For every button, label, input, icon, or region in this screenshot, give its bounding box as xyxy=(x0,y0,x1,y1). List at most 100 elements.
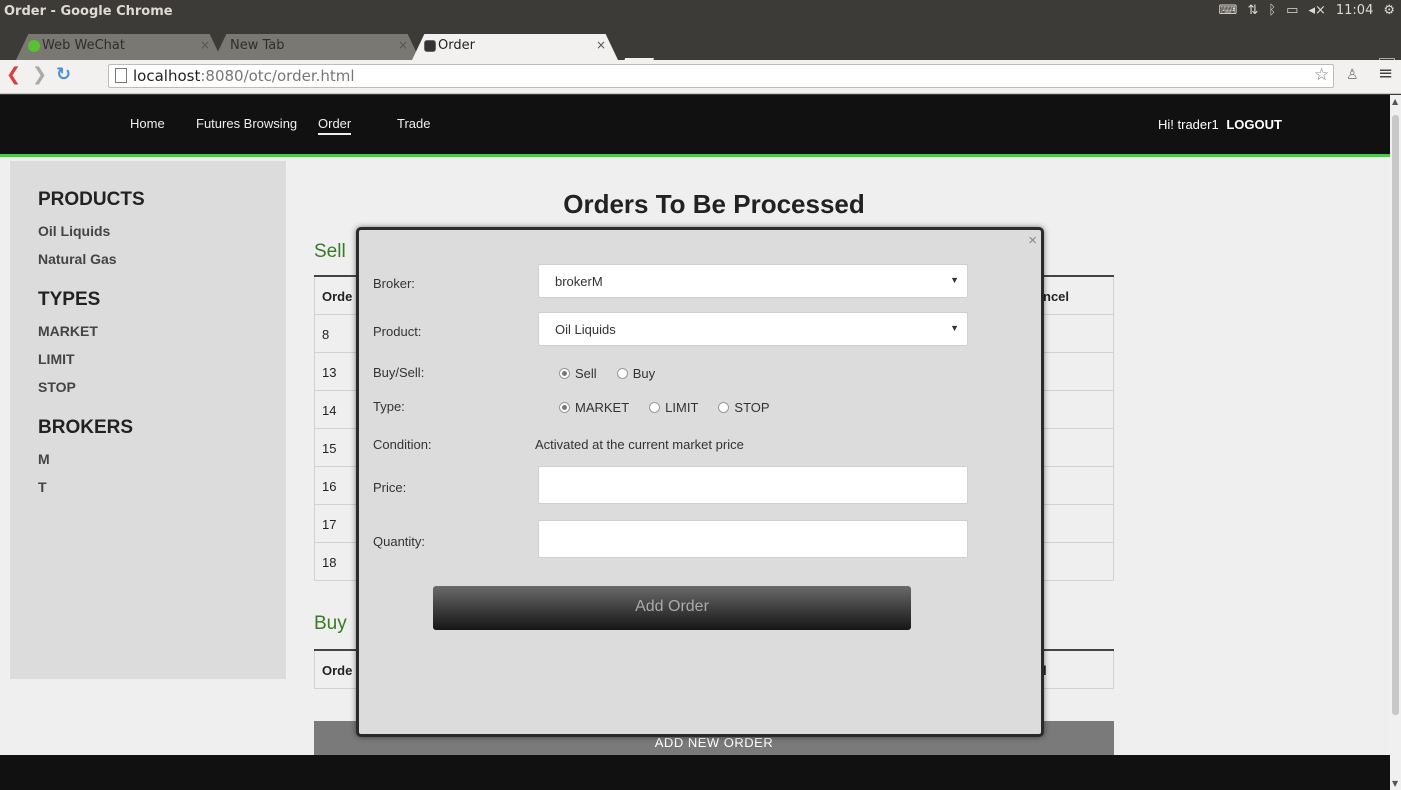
tab-strip: Web WeChat × New Tab × Order × ▲ xyxy=(0,24,1401,76)
types-heading: TYPES xyxy=(38,289,101,310)
quantity-label: Quantity: xyxy=(373,534,426,549)
chevron-down-icon: ▼ xyxy=(950,275,959,285)
scroll-down-icon[interactable]: ▼ xyxy=(1392,779,1398,788)
close-tab-icon[interactable]: × xyxy=(200,38,210,52)
nav-home-link[interactable]: Home xyxy=(130,116,165,131)
stop-radio-label: STOP xyxy=(734,400,770,415)
logout-link[interactable]: LOGOUT xyxy=(1226,117,1282,132)
buysell-label: Buy/Sell: xyxy=(373,365,425,380)
greeting-text: Hi! trader1 xyxy=(1158,117,1219,132)
stop-radio[interactable]: STOP xyxy=(718,400,770,415)
quantity-input[interactable] xyxy=(538,520,968,558)
bluetooth-icon[interactable]: ᛒ xyxy=(1268,3,1276,18)
site-navbar: Home Futures Browsing Order Trade Hi! tr… xyxy=(0,95,1390,157)
sidebar-item-broker-t[interactable]: T xyxy=(38,479,286,507)
volume-icon[interactable]: ◂× xyxy=(1308,3,1325,18)
back-arrow-icon[interactable]: ❮ xyxy=(6,64,21,85)
product-label: Product: xyxy=(373,324,422,339)
radio-selected-icon xyxy=(559,402,570,413)
broker-label: Broker: xyxy=(373,276,415,291)
sidebar-item-broker-m[interactable]: M xyxy=(38,451,286,479)
sidebar-item-oil-liquids[interactable]: Oil Liquids xyxy=(38,223,286,251)
os-title-bar: Order - Google Chrome ⌨ ⇅ ᛒ ▭ ◂× 11:04 ⚙ xyxy=(0,0,1401,24)
order-id-cell: 16 xyxy=(322,479,337,494)
tab-web-wechat[interactable]: Web WeChat × xyxy=(16,34,222,60)
buy-section-label: Buy xyxy=(314,613,347,634)
sidebar-item-natural-gas[interactable]: Natural Gas xyxy=(38,251,286,279)
forward-arrow-icon[interactable]: ❯ xyxy=(32,64,47,85)
add-order-button[interactable]: Add Order xyxy=(433,586,911,630)
sell-section-label: Sell xyxy=(314,241,346,262)
order-id-cell: 14 xyxy=(322,403,337,418)
order-id-cell: 18 xyxy=(322,555,337,570)
reload-icon[interactable]: ↻ xyxy=(56,64,71,85)
close-tab-icon[interactable]: × xyxy=(398,38,408,52)
system-tray: ⌨ ⇅ ᛒ ▭ ◂× 11:04 ⚙ xyxy=(1219,3,1395,18)
header-order-id: Orde xyxy=(322,663,353,678)
price-label: Price: xyxy=(373,480,407,495)
sidebar-item-limit[interactable]: LIMIT xyxy=(38,351,286,379)
bookmark-star-icon[interactable]: ☆ xyxy=(1314,65,1329,85)
page-title: Orders To Be Processed xyxy=(563,189,865,219)
nav-trade-link[interactable]: Trade xyxy=(397,116,430,131)
order-id-cell: 17 xyxy=(322,517,337,532)
filter-sidebar: PRODUCTS Oil Liquids Natural Gas TYPES M… xyxy=(10,161,286,679)
product-select-value: Oil Liquids xyxy=(555,322,616,337)
sidebar-item-market[interactable]: MARKET xyxy=(38,323,286,351)
radio-selected-icon xyxy=(559,368,570,379)
price-input[interactable] xyxy=(538,466,968,504)
scroll-thumb[interactable] xyxy=(1392,115,1399,715)
extension-icon[interactable]: ♙ xyxy=(1346,67,1359,83)
tab-new-tab[interactable]: New Tab × xyxy=(214,34,420,60)
sell-radio[interactable]: Sell xyxy=(559,366,597,381)
condition-description: Activated at the current market price xyxy=(535,437,744,452)
nav-futures-browsing-link[interactable]: Futures Browsing xyxy=(196,116,297,131)
page-viewport: Home Futures Browsing Order Trade Hi! tr… xyxy=(0,95,1390,790)
brokers-heading: BROKERS xyxy=(38,417,134,438)
page-scrollbar[interactable]: ▲ ▼ xyxy=(1390,95,1401,790)
radio-unselected-icon xyxy=(616,368,628,379)
tab-label: Web WeChat xyxy=(42,38,125,53)
network-icon[interactable]: ⇅ xyxy=(1247,3,1258,18)
radio-unselected-icon xyxy=(649,402,661,413)
limit-radio-label: LIMIT xyxy=(665,400,699,415)
page-icon xyxy=(115,68,127,83)
type-label: Type: xyxy=(373,399,405,414)
tab-label: Order xyxy=(438,38,475,53)
broker-select-value: brokerM xyxy=(555,274,603,289)
product-select[interactable]: Oil Liquids ▼ xyxy=(538,312,968,346)
type-radio-group: MARKET LIMIT STOP xyxy=(559,400,770,415)
products-heading: PRODUCTS xyxy=(38,189,145,210)
condition-label: Condition: xyxy=(373,437,432,452)
market-radio-label: MARKET xyxy=(575,400,630,415)
tab-label: New Tab xyxy=(230,38,285,53)
clock[interactable]: 11:04 xyxy=(1336,3,1373,18)
buy-radio[interactable]: Buy xyxy=(616,366,656,381)
url-host: localhost xyxy=(133,67,201,85)
sidebar-item-stop[interactable]: STOP xyxy=(38,379,286,407)
keyboard-icon[interactable]: ⌨ xyxy=(1219,3,1238,18)
page-footer xyxy=(0,755,1390,790)
nav-order-link[interactable]: Order xyxy=(318,116,352,135)
battery-icon[interactable]: ▭ xyxy=(1286,3,1298,18)
scroll-up-icon[interactable]: ▲ xyxy=(1392,97,1398,106)
buy-radio-label: Buy xyxy=(632,366,656,381)
settings-gear-icon[interactable]: ⚙ xyxy=(1383,3,1395,18)
limit-radio[interactable]: LIMIT xyxy=(649,400,698,415)
add-order-modal: × Broker: brokerM ▼ Product: Oil Liquids… xyxy=(356,227,1044,737)
order-id-cell: 8 xyxy=(322,327,330,342)
market-radio[interactable]: MARKET xyxy=(559,400,629,415)
close-tab-icon[interactable]: × xyxy=(596,38,606,52)
address-bar[interactable]: localhost:8080/otc/order.html xyxy=(108,64,1334,88)
chevron-down-icon: ▼ xyxy=(950,323,959,333)
header-order-id: Orde xyxy=(322,289,353,304)
buysell-radio-group: Sell Buy xyxy=(559,366,655,381)
header-cancel: ncel xyxy=(1043,289,1070,304)
menu-icon[interactable]: ≡ xyxy=(1378,63,1393,84)
broker-select[interactable]: brokerM ▼ xyxy=(538,264,968,298)
window-title: Order - Google Chrome xyxy=(4,4,173,19)
radio-unselected-icon xyxy=(718,402,730,413)
close-icon[interactable]: × xyxy=(1028,232,1037,249)
url-path: :8080/otc/order.html xyxy=(200,67,355,85)
tab-order[interactable]: Order × xyxy=(412,34,618,60)
